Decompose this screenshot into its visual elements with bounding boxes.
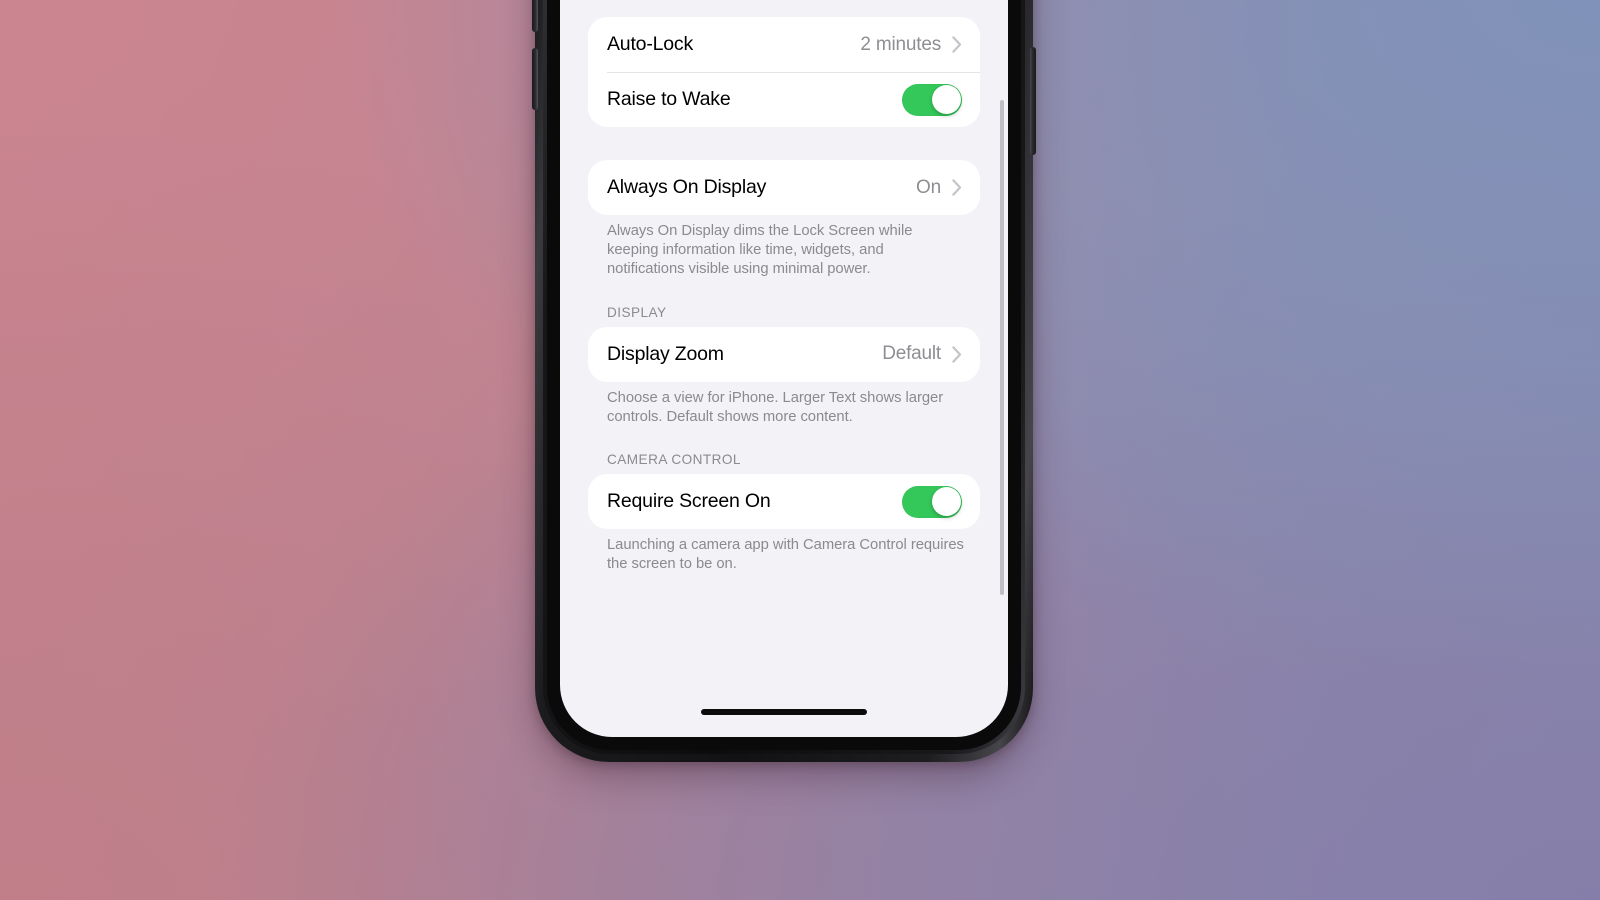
volume-up-button[interactable] (532, 0, 538, 32)
row-title-always-on-display: Always On Display (607, 176, 767, 198)
row-title-raise-to-wake: Raise to Wake (607, 88, 731, 110)
toggle-raise-to-wake[interactable] (902, 83, 962, 116)
group-display: Display Zoom Default (588, 326, 980, 382)
footnote-require-screen-on: Launching a camera app with Camera Contr… (607, 537, 964, 573)
chevron-right-icon (952, 36, 962, 53)
scrollbar[interactable] (1000, 100, 1004, 595)
row-raise-to-wake[interactable]: Raise to Wake (588, 72, 980, 127)
group-camera-control: Require Screen On (588, 474, 980, 530)
row-title-auto-lock: Auto-Lock (607, 33, 693, 55)
chevron-right-icon (952, 345, 962, 363)
group-lock: Auto-Lock 2 minutes Raise to Wake (588, 17, 980, 127)
footnote-always-on-display: Always On Display dims the Lock Screen w… (607, 223, 913, 278)
row-require-screen-on[interactable]: Require Screen On (588, 474, 980, 529)
spacer-after-lock (588, 127, 980, 160)
settings-display-brightness-page: Night Shift Off Auto-Lock 2 minutes Rais… (560, 0, 1008, 737)
spacer-after-night-shift (588, 0, 980, 17)
row-value-display-zoom: Default (882, 343, 941, 365)
toggle-require-screen-on[interactable] (902, 485, 962, 518)
chevron-right-icon (952, 179, 962, 196)
spacer-after-aod-footnote (588, 280, 980, 305)
spacer-after-display-footnote (588, 427, 980, 452)
row-auto-lock[interactable]: Auto-Lock 2 minutes (588, 17, 980, 72)
home-indicator[interactable] (701, 709, 867, 715)
group-always-on-display: Always On Display On (588, 160, 980, 215)
footnote-display-zoom: Choose a view for iPhone. Larger Text sh… (607, 389, 944, 425)
volume-down-button[interactable] (532, 48, 538, 110)
device-screen: Night Shift Off Auto-Lock 2 minutes Rais… (560, 0, 1008, 737)
toggle-knob (931, 487, 961, 517)
iphone-device-mockup: Night Shift Off Auto-Lock 2 minutes Rais… (532, 0, 1036, 762)
section-header-camera-control: CAMERA CONTROL (607, 452, 741, 468)
row-title-display-zoom: Display Zoom (607, 342, 724, 365)
toggle-knob (931, 85, 961, 114)
row-always-on-display[interactable]: Always On Display On (588, 160, 980, 215)
row-display-zoom[interactable]: Display Zoom Default (588, 327, 980, 382)
row-value-auto-lock: 2 minutes (860, 33, 941, 55)
row-title-require-screen-on: Require Screen On (607, 490, 771, 513)
power-button[interactable] (1030, 47, 1036, 155)
section-header-display: DISPLAY (607, 304, 667, 320)
row-value-always-on-display: On (916, 176, 941, 198)
